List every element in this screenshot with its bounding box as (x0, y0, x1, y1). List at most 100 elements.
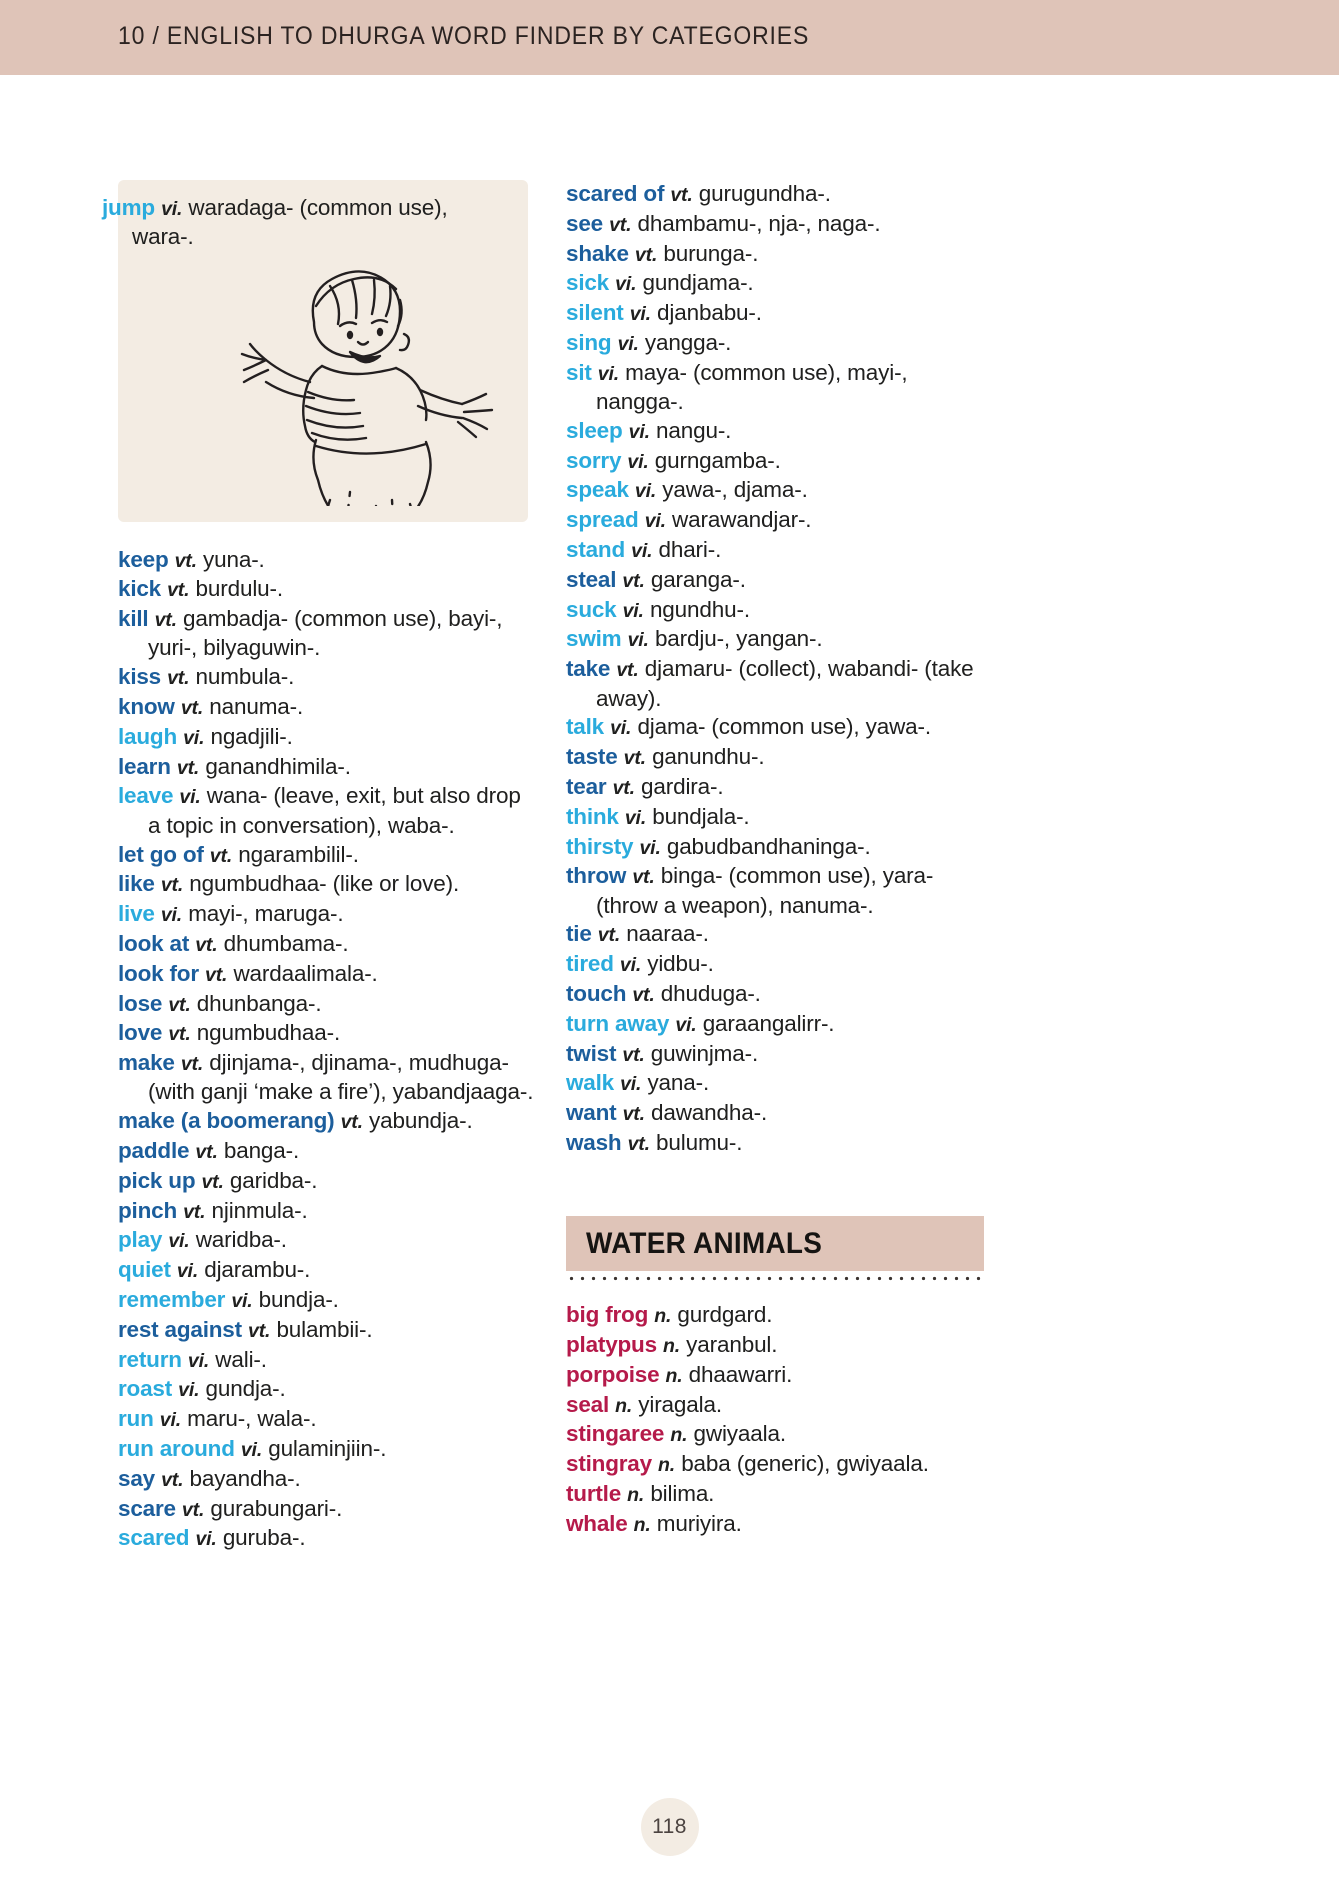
entry-headword: let go of (118, 841, 204, 867)
entry-gloss: ngumbudhaa-. (196, 1020, 341, 1046)
entry-part-of-speech: vt. (181, 1498, 205, 1521)
dictionary-entry: platypus n. yaranbul. (566, 1331, 984, 1360)
dictionary-entry: touch vt. dhuduga-. (566, 980, 984, 1009)
entry-headword: learn (118, 753, 171, 779)
entry-part-of-speech: vt. (180, 697, 204, 720)
entry-headword: love (118, 1020, 163, 1046)
entry-headword: thirsty (566, 833, 634, 859)
entry-headword: shake (566, 240, 629, 266)
entry-gloss: gundja-. (205, 1376, 286, 1402)
entry-headword: jump (102, 195, 155, 220)
category-dotted-rule (566, 1276, 984, 1282)
entry-headword: rest against (118, 1316, 242, 1342)
entry-headword: return (118, 1346, 182, 1372)
running-head-title: 10 / ENGLISH TO DHURGA WORD FINDER BY CA… (118, 22, 810, 50)
dictionary-entry: turn away vi. garaangalirr-. (566, 1010, 984, 1039)
entry-gloss: nanuma-. (209, 694, 304, 720)
entry-part-of-speech: vi. (231, 1290, 253, 1313)
entry-part-of-speech: vt. (209, 844, 233, 867)
entry-gloss: ganandhimila-. (205, 753, 351, 779)
entry-headword: remember (118, 1287, 226, 1313)
entry-gloss: wana- (leave, exit, but also drop a topi… (148, 783, 521, 838)
dictionary-entry: sleep vi. nangu-. (566, 417, 984, 446)
entry-part-of-speech: n. (633, 1513, 651, 1536)
entry-headword: run (118, 1406, 154, 1432)
entry-gloss: gurabungari-. (210, 1495, 343, 1521)
entry-part-of-speech: vt. (632, 984, 655, 1007)
entry-part-of-speech: vi. (627, 450, 649, 473)
entry-gloss: gambadja- (common use), bayi-, yuri-, bi… (148, 606, 503, 661)
entry-part-of-speech: vi. (610, 717, 632, 740)
entry-part-of-speech: vi. (161, 198, 183, 220)
entry-part-of-speech: vi. (187, 1349, 210, 1372)
entry-part-of-speech: vt. (168, 993, 191, 1016)
entry-headword: look for (118, 960, 199, 986)
category-section-water-animals: WATER ANIMALS big frog n. gurdgard. plat… (566, 1216, 984, 1539)
entry-gloss: yabundja-. (369, 1108, 473, 1134)
entry-gloss: garaangalirr-. (702, 1010, 835, 1036)
entry-headword: roast (118, 1376, 173, 1402)
dictionary-entry: love vt. ngumbudhaa-. (118, 1019, 536, 1048)
entry-part-of-speech: vi. (617, 332, 639, 355)
entry-headword: speak (566, 477, 629, 503)
dictionary-entry: look at vt. dhumbama-. (118, 930, 536, 959)
entry-part-of-speech: vt. (176, 756, 200, 779)
entry-headword: stand (566, 537, 626, 563)
entry-gloss: yana-. (647, 1070, 710, 1096)
entry-headword: leave (118, 783, 174, 809)
entry-headword: throw (566, 863, 627, 889)
dictionary-entry: run vi. maru-, wala-. (118, 1405, 536, 1434)
entry-gloss: ngarambilil-. (238, 841, 359, 867)
entry-part-of-speech: n. (663, 1335, 681, 1358)
dictionary-entry: paddle vt. banga-. (118, 1137, 536, 1166)
entry-gloss: warawandjar-. (672, 507, 812, 533)
entry-headword: turn away (566, 1010, 670, 1036)
dictionary-entry: taste vt. ganundhu-. (566, 743, 984, 772)
entry-headword: walk (566, 1070, 614, 1096)
entry-part-of-speech: vt. (195, 1141, 218, 1164)
entry-part-of-speech: vt. (248, 1319, 271, 1342)
entry-part-of-speech: vt. (167, 579, 190, 602)
entry-headword: make (118, 1050, 175, 1076)
entry-part-of-speech: vt. (622, 1043, 645, 1066)
entry-gloss: bundjala-. (652, 803, 750, 829)
entry-part-of-speech: vi. (634, 480, 657, 503)
entry-part-of-speech: n. (665, 1364, 683, 1387)
entry-gloss: djinjama-, djinama-, mudhuga- (with ganj… (148, 1050, 534, 1105)
entry-gloss: guwinjma-. (650, 1040, 759, 1066)
illustration-card: jump vi. waradaga- (common use), wara-. (102, 180, 528, 522)
entry-gloss: gwiyaala. (693, 1421, 787, 1447)
dictionary-entry: lose vt. dhunbanga-. (118, 990, 536, 1019)
dictionary-entry: speak vi. yawa-, djama-. (566, 476, 984, 505)
entry-gloss: djarambu-. (204, 1257, 311, 1283)
dictionary-entry: quiet vi. djarambu-. (118, 1256, 536, 1285)
dictionary-entry: stingaree n. gwiyaala. (566, 1420, 984, 1449)
entry-gloss: burdulu-. (195, 576, 284, 602)
entry-headword: stingaree (566, 1421, 665, 1447)
entry-headword: quiet (118, 1257, 171, 1283)
dictionary-entry: scare vt. gurabungari-. (118, 1495, 536, 1524)
dictionary-entry: talk vi. djama- (common use), yawa-. (566, 713, 984, 742)
entry-gloss: ganundhu-. (652, 744, 765, 770)
entry-headword: silent (566, 300, 624, 326)
dictionary-entry: porpoise n. dhaawarri. (566, 1361, 984, 1390)
entry-gloss: gulaminjiin-. (268, 1436, 387, 1461)
dictionary-entry: scared vi. guruba-. (118, 1524, 536, 1553)
entry-headword: think (566, 803, 619, 829)
entry-part-of-speech: vi. (639, 836, 661, 859)
entry-part-of-speech: vt. (622, 569, 645, 592)
entry-part-of-speech: vt. (612, 776, 635, 799)
entry-headword: run around (118, 1436, 235, 1461)
entry-headword: sing (566, 329, 612, 355)
entry-part-of-speech: vt. (168, 1023, 191, 1046)
entry-headword: tie (566, 921, 592, 947)
dictionary-entry: think vi. bundjala-. (566, 803, 984, 832)
entry-part-of-speech: vt. (183, 1200, 206, 1223)
entry-gloss: njinmula-. (211, 1197, 308, 1223)
entry-gloss: bayandha-. (189, 1465, 301, 1491)
entry-headword: scared of (566, 181, 665, 206)
category-banner: WATER ANIMALS (566, 1216, 984, 1272)
entry-headword: keep (118, 546, 169, 572)
entry-headword: stingray (566, 1451, 652, 1477)
entry-part-of-speech: vi. (160, 904, 183, 927)
